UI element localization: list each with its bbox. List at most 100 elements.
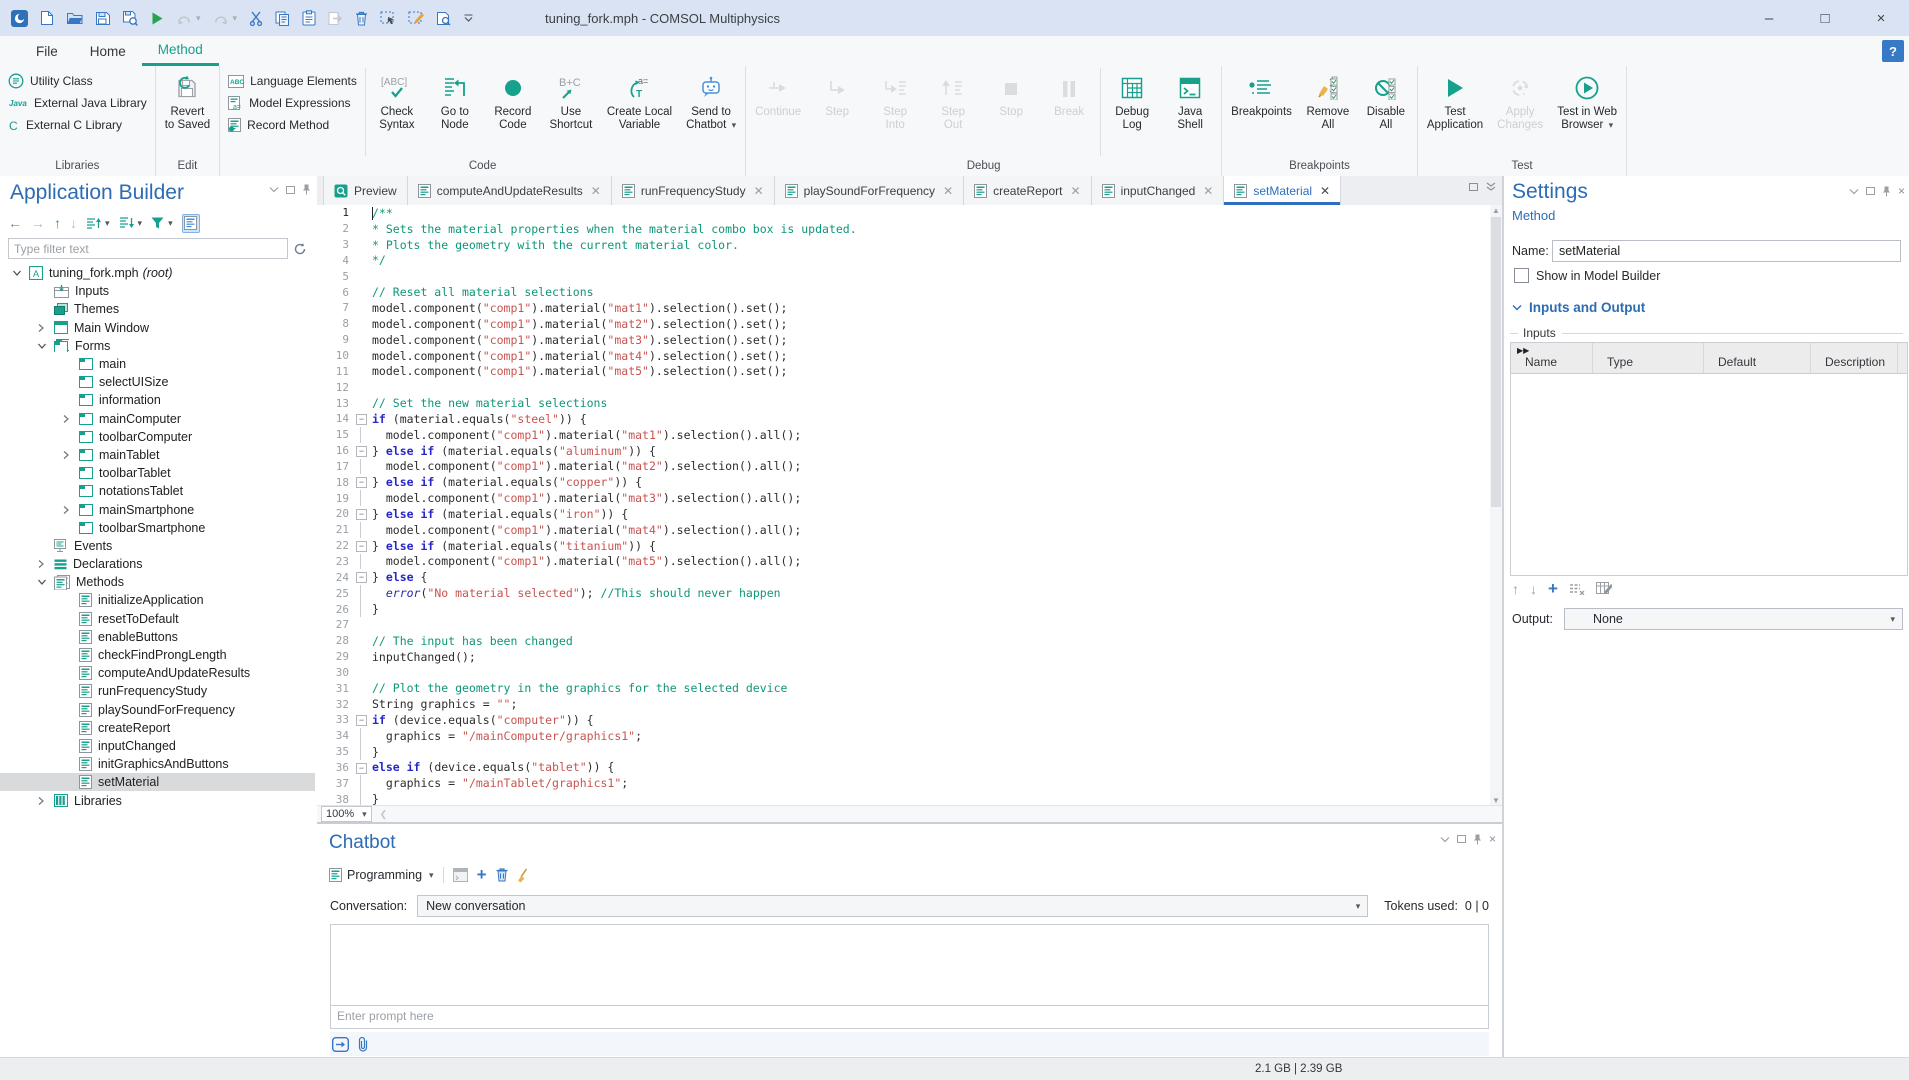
tree-item-maintablet[interactable]: mainTablet [0,446,315,464]
break-button[interactable]: Break [1040,68,1098,156]
column-name[interactable]: ▶▶Name [1511,343,1593,373]
go-to-node-button[interactable]: Go to Node [426,68,484,156]
tree-item-toolbartablet[interactable]: toolbarTablet [0,464,315,482]
delete-conversation-button[interactable] [496,868,508,882]
tree-item-toolbarcomputer[interactable]: toolbarComputer [0,428,315,446]
fold-toggle[interactable]: − [355,712,368,728]
check-syntax-button[interactable]: [ABC]Check Syntax [368,68,426,156]
float-icon[interactable] [1866,187,1875,195]
conversation-select[interactable]: New conversation ▾ [417,895,1368,917]
delete-rows-button[interactable] [1569,583,1585,595]
inputs-table-body[interactable] [1511,374,1907,576]
go-back-button[interactable]: ← [8,216,22,230]
stop-button[interactable]: Stop [982,68,1040,156]
tree-item-enablebuttons[interactable]: enableButtons [0,628,315,646]
open-folder-button[interactable] [63,8,86,28]
chevron-right-icon[interactable] [62,414,79,424]
close-tab-icon[interactable]: ✕ [754,184,764,198]
add-conversation-button[interactable]: + [477,868,487,882]
chevron-down-icon[interactable] [37,342,54,350]
code-editor[interactable]: 1 /** 2 * Sets the material properties w… [317,205,1490,806]
disable-all-button[interactable]: Disable All [1357,68,1415,156]
zoom-select[interactable]: 100% ▾ [321,806,372,822]
filter-input[interactable] [8,238,288,259]
save-compact-button[interactable] [119,7,141,29]
pin-icon[interactable] [1882,186,1891,197]
breakpoints-button[interactable]: Breakpoints [1224,68,1299,156]
row-down-button[interactable]: ↓ [1530,582,1537,596]
tab-runfrequencystudy[interactable]: runFrequencyStudy✕ [612,176,775,205]
tree-item-inputchanged[interactable]: inputChanged [0,737,315,755]
run-button[interactable] [147,8,167,29]
sort-descending-button[interactable]: ▾ [119,217,143,229]
tree-item-checkfindpronglength[interactable]: checkFindProngLength [0,646,315,664]
tree-item-toolbarsmartphone[interactable]: toolbarSmartphone [0,519,315,537]
tree-item-computeandupdateresults[interactable]: computeAndUpdateResults [0,664,315,682]
close-tab-icon[interactable]: ✕ [1071,184,1081,198]
tab-playsoundforfrequency[interactable]: playSoundForFrequency✕ [775,176,964,205]
clean-conversation-button[interactable] [517,868,529,883]
go-forward-button[interactable]: → [31,216,45,230]
tree-item-inputs[interactable]: Inputs [0,282,315,300]
tree-item-themes[interactable]: Themes [0,300,315,318]
tab-inputchanged[interactable]: inputChanged✕ [1092,176,1225,205]
attach-button[interactable] [358,1036,368,1052]
step-button[interactable]: Step [808,68,866,156]
edit-table-button[interactable] [1596,582,1612,596]
utility-class-button[interactable]: Utility Class [8,72,147,90]
tree-item-runfrequencystudy[interactable]: runFrequencyStudy [0,682,315,700]
tree-item-createreport[interactable]: createReport [0,719,315,737]
chat-window-button[interactable] [453,868,468,882]
fold-toggle[interactable]: − [355,411,368,427]
column-unit[interactable]: Unit [1898,343,1908,373]
scrollbar-thumb[interactable] [1491,217,1501,507]
add-row-button[interactable]: + [1548,582,1558,596]
chevron-right-icon[interactable] [62,505,79,515]
tree-item-events[interactable]: Events [0,537,315,555]
float-icon[interactable] [286,186,295,194]
chevron-down-icon[interactable] [1849,188,1859,195]
java-shell-button[interactable]: Java Shell [1161,68,1219,156]
prompt-input[interactable] [331,1009,1488,1023]
chevron-down-icon[interactable] [37,578,54,586]
brush-select-button[interactable] [405,8,427,29]
tree-item-initializeapplication[interactable]: initializeApplication [0,591,315,609]
use-shortcut-button[interactable]: B+CUse Shortcut [542,68,600,156]
float-icon[interactable] [1457,835,1466,843]
tree-item-setmaterial[interactable]: setMaterial [0,773,315,791]
tree-item-main-window[interactable]: Main Window [0,319,315,337]
close-tab-icon[interactable]: ✕ [591,184,601,198]
close-icon[interactable]: × [1489,832,1496,846]
tree-item-resettodefault[interactable]: resetToDefault [0,610,315,628]
external-c-library-button[interactable]: CExternal C Library [8,116,147,134]
tree-item-selectuisize[interactable]: selectUISize [0,373,315,391]
refresh-icon[interactable] [293,242,307,256]
tree-item-mainsmartphone[interactable]: mainSmartphone [0,500,315,518]
revert-to-saved-button[interactable]: Revert to Saved [158,68,217,156]
inputs-table[interactable]: ▶▶NameTypeDefaultDescriptionUnit [1510,342,1908,576]
record-code-button[interactable]: Record Code [484,68,542,156]
delete-button[interactable] [352,8,371,29]
tab-preview[interactable]: Preview [323,176,408,205]
chevron-right-icon[interactable] [37,559,54,569]
help-button[interactable]: ? [1882,40,1904,62]
undo-button[interactable]: ▾ [173,8,204,28]
chat-message-area[interactable] [330,924,1489,1006]
send-to-chatbot-button[interactable]: Send to Chatbot ▾ [679,68,743,156]
step-out-button[interactable]: Step Out [924,68,982,156]
sort-ascending-button[interactable]: ▾ [86,217,110,229]
send-button[interactable] [332,1037,349,1052]
method-name-input[interactable] [1552,240,1901,262]
inputs-and-output-section[interactable]: Inputs and Output [1512,300,1645,315]
chat-mode-select[interactable]: Programming▾ [329,868,434,882]
select-frame-button[interactable] [377,8,399,29]
pin-icon[interactable] [302,184,311,195]
tree-item-notationstablet[interactable]: notationsTablet [0,482,315,500]
create-local-variable-button[interactable]: a=TCreate Local Variable [600,68,679,156]
tree-item-libraries[interactable]: Libraries [0,791,315,809]
fold-toggle[interactable]: − [355,474,368,490]
fold-toggle[interactable]: − [355,506,368,522]
tab-setmaterial[interactable]: setMaterial✕ [1224,176,1341,205]
vertical-scrollbar[interactable]: ▲ ▼ [1490,205,1502,806]
remove-all-button[interactable]: Remove All [1299,68,1357,156]
